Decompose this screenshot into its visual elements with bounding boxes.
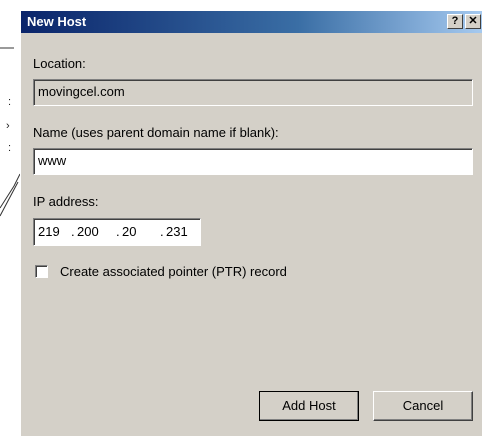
close-icon: ✕ — [468, 15, 478, 27]
background-mark: : — [8, 142, 12, 154]
help-button[interactable]: ? — [447, 14, 463, 29]
ip-dot: . — [71, 224, 75, 239]
help-icon: ? — [451, 15, 459, 27]
background-mark: : — [8, 96, 12, 108]
new-host-dialog: New Host ? ✕ Location: movingcel.com Nam… — [20, 10, 482, 436]
ip-dot: . — [160, 224, 164, 239]
background-divider — [0, 47, 14, 49]
location-value: movingcel.com — [38, 84, 125, 99]
ip-octet-2[interactable]: 200 — [77, 224, 99, 239]
background-mark: › — [6, 120, 10, 132]
ip-dot: . — [116, 224, 120, 239]
name-value: www — [38, 153, 67, 168]
window-title: New Host — [27, 14, 87, 29]
ip-octet-3[interactable]: 20 — [122, 224, 136, 239]
ptr-record-label[interactable]: Create associated pointer (PTR) record — [60, 264, 287, 279]
title-bar[interactable]: New Host ? ✕ — [21, 11, 482, 33]
location-field: movingcel.com — [33, 79, 473, 106]
ptr-record-checkbox[interactable] — [35, 265, 48, 278]
ip-address-input[interactable]: 219 . 200 . 20 . 231 — [33, 218, 201, 246]
add-host-button[interactable]: Add Host — [259, 391, 359, 421]
name-label: Name (uses parent domain name if blank): — [33, 125, 279, 140]
ip-octet-1[interactable]: 219 — [38, 224, 60, 239]
background-arrow-shape — [0, 173, 21, 217]
close-button[interactable]: ✕ — [465, 14, 481, 29]
screen: : › : New Host ? ✕ Location: movingcel.c… — [0, 0, 482, 436]
name-input[interactable]: www — [33, 148, 473, 175]
location-label: Location: — [33, 56, 86, 71]
ip-octet-4[interactable]: 231 — [166, 224, 188, 239]
cancel-button[interactable]: Cancel — [373, 391, 473, 421]
ip-address-label: IP address: — [33, 194, 99, 209]
background-window: : › : — [0, 0, 22, 436]
